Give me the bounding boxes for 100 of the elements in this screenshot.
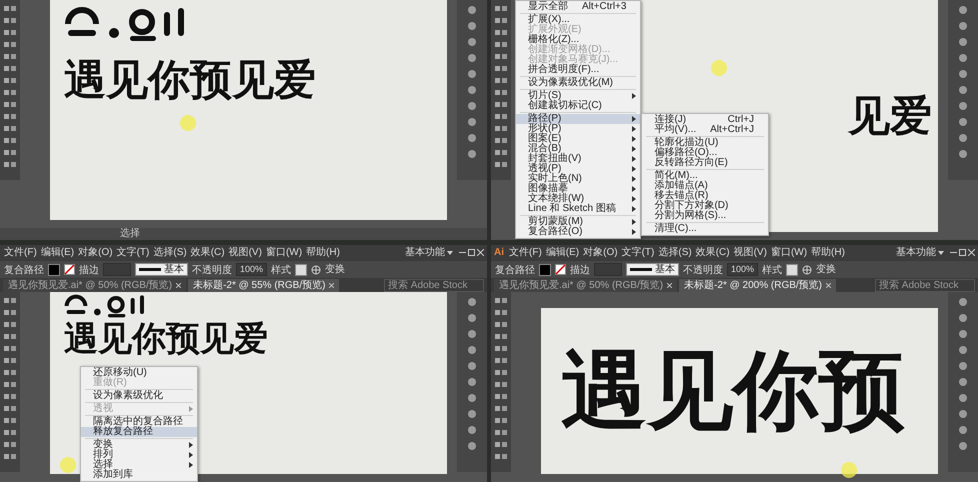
menu-item[interactable]: 连接(J) Ctrl+J [642,115,768,125]
workspace-switcher[interactable]: 基本功能 [892,246,948,258]
minimize-icon[interactable] [459,249,466,256]
menu-item[interactable]: 创建裁切标记(C) [516,101,640,111]
stroke-weight-field[interactable] [594,263,622,276]
menu-item[interactable]: 显示全部 Alt+Ctrl+3 [516,2,640,12]
stroke-label: 描边 [570,264,590,276]
menu-bar-item[interactable]: 对象(O) [582,246,619,258]
menu-item[interactable]: 移去锚点(R) [642,191,768,201]
menu-item[interactable]: 清理(C)... [642,224,768,234]
menu-item[interactable]: 排列 [81,450,197,460]
menu-bar-item[interactable]: 帮助(H) [810,246,846,258]
style-label: 样式 [271,264,292,276]
document-tab[interactable]: 未标题-2* @ 55% (RGB/预览) [188,279,340,292]
document-tab[interactable]: 遇见你预见爱.ai* @ 50% (RGB/预览) [3,279,186,292]
menu-item[interactable]: 路径(P) [516,114,640,124]
menu-item[interactable]: 封套扭曲(V) [516,154,640,164]
globe-icon[interactable] [311,264,322,274]
menu-bar-item[interactable]: 视图(V) [732,246,768,258]
menu-item[interactable]: 栅格化(Z)... [516,35,640,45]
caret-icon [447,250,453,254]
close-icon[interactable] [667,283,672,288]
brush-dropdown[interactable]: 基本 [135,263,188,276]
document-tab[interactable]: 遇见你预见爱.ai* @ 50% (RGB/预览) [494,279,678,292]
style-swatch[interactable] [786,264,798,276]
menu-item[interactable]: 实时上色(N) [516,174,640,184]
status-text: 选择 [120,228,140,240]
opacity-field[interactable]: 100% [236,263,268,276]
menu-bar-item[interactable]: 视图(V) [228,246,263,258]
menu-item[interactable]: 文本绕排(W) [516,194,640,204]
document-tab[interactable]: 未标题-2* @ 200% (RGB/预览) [679,279,836,292]
menu-item[interactable]: 释放复合路径 [81,427,197,437]
stroke-weight-field[interactable] [103,263,131,276]
search-field[interactable]: 搜索 Adobe Stock [875,278,975,292]
menu-bar-item[interactable]: 文件(F) [508,246,543,258]
fill-swatch[interactable] [48,264,60,276]
menu-item[interactable]: 简化(M)... [642,171,768,181]
menu-item[interactable]: 添加到库 [81,470,197,480]
menu-item[interactable]: 切片(S) [516,91,640,101]
menu-item[interactable]: 偏移路径(O)... [642,148,768,158]
minimize-icon[interactable] [950,249,957,256]
menu-item[interactable]: 还原移动(U) [81,368,197,378]
close-icon[interactable] [477,249,484,256]
menu-bar-item[interactable]: 编辑(E) [40,246,76,258]
opacity-label: 不透明度 [683,264,723,276]
close-icon[interactable] [826,283,832,288]
globe-icon[interactable] [802,264,812,274]
menu-bar-item[interactable]: 帮助(H) [305,246,341,258]
search-field[interactable]: 搜索 Adobe Stock [384,278,484,292]
menu-item[interactable]: 设为像素级优化 [81,391,197,401]
menu-bar-item[interactable]: 窗口(W) [770,246,808,258]
menu-bar-item[interactable]: 文字(T) [116,246,150,258]
style-swatch[interactable] [295,264,308,276]
menu-item[interactable]: 拼合透明度(F)... [516,65,640,75]
menu-item[interactable]: 平均(V)... Alt+Ctrl+J [642,125,768,135]
line-icon [139,268,161,271]
menu-bar-item[interactable]: 文字(T) [620,246,656,258]
menu-bar-item[interactable]: 效果(C) [190,246,226,258]
menu-item[interactable]: 透视(P) [516,164,640,174]
brush-dropdown[interactable]: 基本 [626,263,679,276]
close-icon[interactable] [176,283,182,288]
stroke-swatch-icon[interactable] [64,264,75,275]
transform-button[interactable]: 变换 [816,264,836,276]
menu-item[interactable]: 反转路径方向(E) [642,158,768,168]
artwork-text: 遇见你预见爱 [64,56,316,104]
menu-item[interactable]: 隔离选中的复合路径 [81,417,197,427]
menu-item[interactable]: 图像描摹 [516,184,640,194]
menu-item[interactable]: 图案(E) [516,134,640,144]
menu-item[interactable]: 轮廓化描边(U) [642,138,768,148]
menu-item[interactable]: 扩展(X)... [516,15,640,25]
menu-bar-item[interactable]: 效果(C) [694,246,731,258]
menu-item[interactable]: 选择 [81,460,197,470]
menu-bar-item[interactable]: 选择(S) [657,246,693,258]
menu-item[interactable]: Line 和 Sketch 图稿 [516,204,640,214]
menu-item[interactable]: 混合(B) [516,144,640,154]
menu-bar-item[interactable]: 对象(O) [77,246,114,258]
menu-item[interactable]: 变换 [81,440,197,450]
workspace-switcher[interactable]: 基本功能 [401,246,457,258]
menu-item[interactable]: 形状(P) [516,124,640,134]
transform-button[interactable]: 变换 [325,264,346,276]
close-icon[interactable] [329,283,334,288]
submenu-arrow-icon [632,93,636,99]
maximize-icon[interactable] [468,249,475,256]
menu-item[interactable]: 复合路径(O) [516,227,640,237]
menu-bar-item[interactable]: 窗口(W) [264,246,304,258]
stroke-label: 描边 [79,264,99,276]
artwork-text: 遇见你预见爱 [64,320,268,358]
menu-bar-item[interactable]: 文件(F) [3,246,38,258]
menu-item[interactable]: 分割下方对象(D) [642,201,768,211]
close-icon[interactable] [968,249,975,256]
menu-item[interactable]: 添加锚点(A) [642,181,768,191]
menu-item[interactable]: 设为像素级优化(M) [516,78,640,88]
stroke-swatch-icon[interactable] [555,264,566,275]
menu-bar-item[interactable]: 编辑(E) [544,246,580,258]
menu-item[interactable]: 分割为网格(S)... [642,211,768,221]
fill-swatch[interactable] [539,264,551,276]
maximize-icon[interactable] [959,249,966,256]
menu-bar-item[interactable]: 选择(S) [152,246,188,258]
opacity-field[interactable]: 100% [727,263,758,276]
menu-item[interactable]: 剪切蒙版(M) [516,217,640,227]
